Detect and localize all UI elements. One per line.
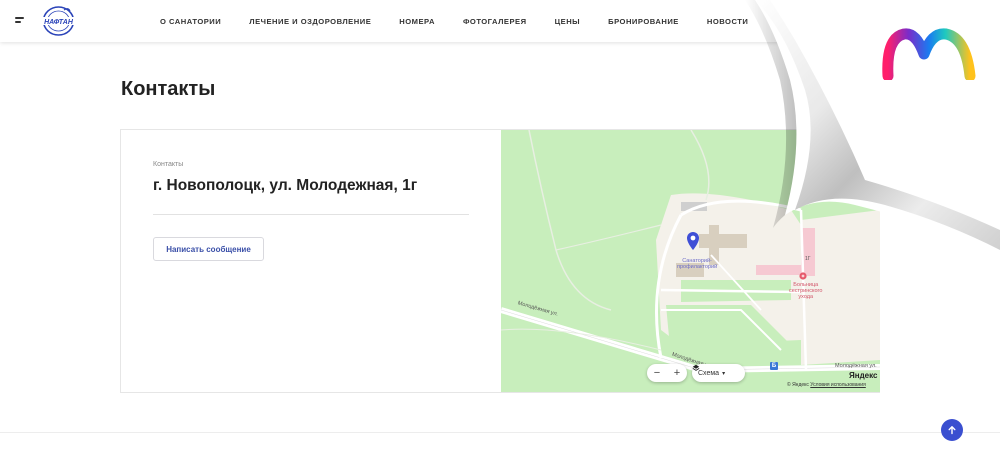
arrow-up-icon: [948, 426, 956, 435]
menu-icon[interactable]: [15, 17, 24, 25]
zoom-control: − +: [647, 364, 687, 382]
terms-link[interactable]: Условия использования: [810, 382, 866, 388]
yandex-brand[interactable]: Яндекс: [849, 371, 877, 380]
nav-booking[interactable]: Бронирование: [608, 17, 679, 26]
nav-camp[interactable]: Турбаза: [776, 17, 815, 26]
divider: [153, 214, 469, 215]
contacts-label: Контакты: [153, 161, 184, 168]
bus-stop-icon[interactable]: Б: [770, 362, 778, 370]
naftan-logo[interactable]: НАФТАН: [40, 4, 77, 38]
yandex-map[interactable]: Санаторий- профилакторий Больница сестри…: [501, 130, 880, 392]
nav-gallery[interactable]: Фотогалерея: [463, 17, 527, 26]
nav-about[interactable]: О санатории: [160, 17, 221, 26]
nav-news[interactable]: Новости: [707, 17, 748, 26]
poi-sanatorium[interactable]: Санаторий- профилакторий: [677, 258, 717, 270]
map-layer-button[interactable]: Схема ▾: [692, 364, 745, 382]
poi-hospital[interactable]: Больница сестринского ухода: [789, 282, 822, 300]
building-number: 1Г: [805, 256, 811, 262]
contacts-card: Контакты г. Новополоцк, ул. Молодежная, …: [120, 129, 880, 393]
write-message-button[interactable]: Написать сообщение: [153, 237, 264, 261]
map-copyright: © Яндекс Условия использования: [787, 382, 866, 388]
page-title: Контакты: [121, 78, 216, 100]
street-label-right: Молодёжная ул.: [835, 363, 877, 369]
nav-rooms[interactable]: Номера: [399, 17, 435, 26]
scroll-to-top-button[interactable]: [941, 419, 963, 441]
layer-label: Схема: [698, 369, 720, 377]
nav-treatment[interactable]: Лечение и оздоровление: [249, 17, 371, 26]
main-nav: О санатории Лечение и оздоровление Номер…: [160, 0, 843, 42]
site-header: НАФТАН О санатории Лечение и оздоровлени…: [0, 0, 1000, 42]
nav-prices[interactable]: Цены: [555, 17, 581, 26]
zoom-out-button[interactable]: −: [654, 367, 660, 379]
chevron-down-icon: ▾: [722, 370, 726, 377]
address-text: г. Новополоцк, ул. Молодежная, 1г: [153, 177, 418, 194]
brand-m-logo: [882, 28, 976, 80]
zoom-in-button[interactable]: +: [674, 367, 680, 379]
layers-icon: [692, 364, 700, 371]
logo-text: НАФТАН: [44, 19, 74, 26]
footer-divider: [0, 432, 1000, 433]
